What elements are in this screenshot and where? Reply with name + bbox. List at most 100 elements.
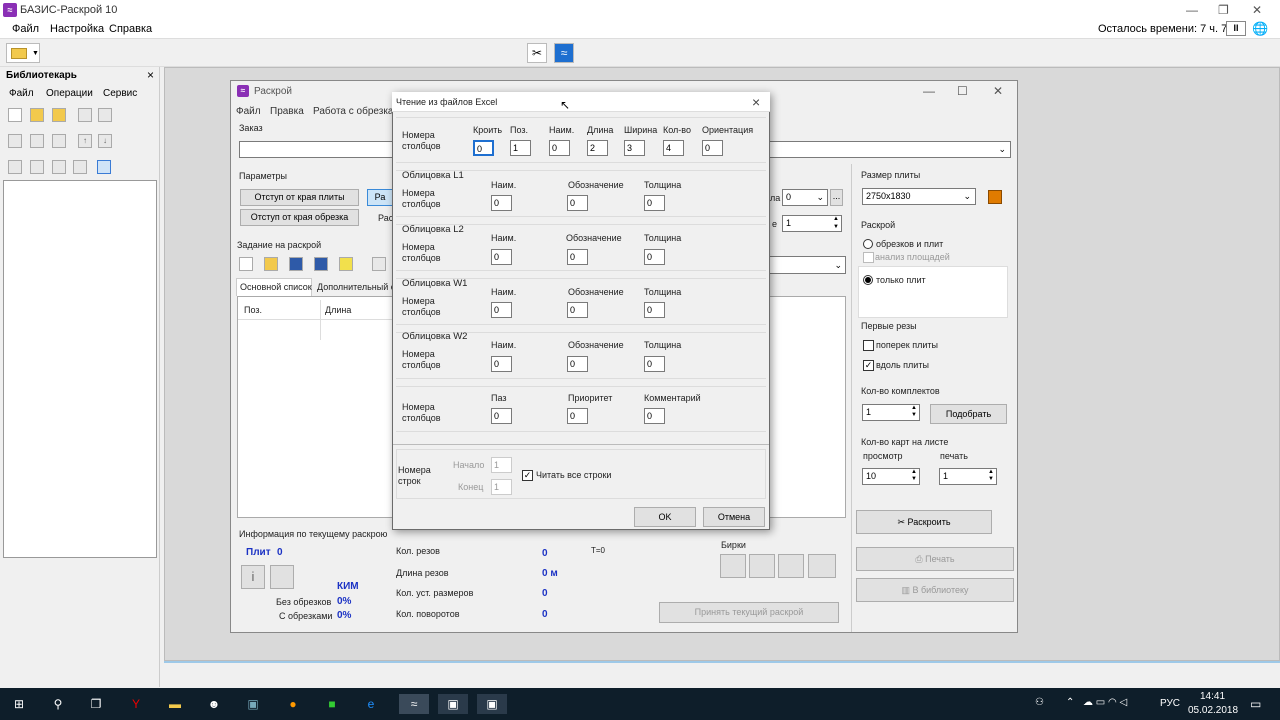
close-icon[interactable]: ✕ [1252,3,1262,17]
parts-table-right[interactable] [768,296,846,518]
check-along[interactable]: ✓ [863,360,874,371]
facing-w1-designation-input[interactable]: 0 [567,302,588,318]
input-orientation[interactable]: 0 [702,140,723,156]
library-menu-operations[interactable]: Операции [46,88,93,99]
people-icon[interactable]: ☻ [203,694,225,714]
search-icon[interactable]: ⚲ [47,694,69,714]
check-area[interactable] [863,252,874,263]
excel-dialog-close-icon[interactable]: × [752,94,760,110]
new-task-icon[interactable] [239,257,253,271]
open-folder-button[interactable]: ▼ [6,43,40,63]
task-combo[interactable]: ⌄ [768,256,846,274]
print-icon[interactable] [98,108,112,122]
arrow-down-icon[interactable]: ↓ [98,134,112,148]
facing-l1-name-input[interactable]: 0 [491,195,512,211]
globe-icon[interactable]: 🌐 [1252,21,1268,37]
scissors-icon[interactable]: ✂ [527,43,547,63]
end-input[interactable]: 1 [491,479,512,495]
facing-w2-designation-input[interactable]: 0 [567,356,588,372]
new-icon[interactable] [8,108,22,122]
ra-button[interactable]: Ра [367,189,393,206]
facing-w2-name-input[interactable]: 0 [491,356,512,372]
facing-l1-thickness-input[interactable]: 0 [644,195,665,211]
raskroy-minimize-icon[interactable]: — [923,84,935,98]
column-pos[interactable]: Поз. [244,305,262,315]
tag-image-icon[interactable] [749,554,775,578]
edge-scrap-button[interactable]: Отступ от края обрезка [240,209,359,226]
view-icon[interactable] [97,160,111,174]
open-recent-icon[interactable] [52,108,66,122]
facing-w1-thickness-input[interactable]: 0 [644,302,665,318]
ellipsis-button[interactable]: ... [830,189,843,206]
stack-icon[interactable] [270,565,294,589]
firefox-icon[interactable]: ● [282,694,304,714]
raskroy-menu-edit[interactable]: Правка [270,106,304,117]
edge-plate-button[interactable]: Отступ от края плиты [240,189,359,206]
spin-arrows-icon[interactable]: ▲ ▼ [911,469,917,483]
raskroy-menu-file[interactable]: Файл [236,106,261,117]
start-input[interactable]: 1 [491,457,512,473]
circles-icon[interactable] [73,160,87,174]
accept-button[interactable]: Принять текущий раскрой [659,602,839,623]
input-pos[interactable]: 1 [510,140,531,156]
facing-w1-name-input[interactable]: 0 [491,302,512,318]
basis-window3-icon[interactable]: ▣ [477,694,507,714]
print-spin[interactable]: 1 ▲ ▼ [939,468,997,485]
basis-window2-icon[interactable]: ▣ [438,694,468,714]
cancel-button[interactable]: Отмена [703,507,765,527]
priority-input[interactable]: 0 [567,408,588,424]
library-tree[interactable] [3,180,157,558]
clock-date[interactable]: 05.02.2018 [1188,705,1238,716]
column-length[interactable]: Длина [325,305,351,315]
spin-arrows-icon[interactable]: ▲ ▼ [833,216,839,231]
facing-l1-designation-input[interactable]: 0 [567,195,588,211]
house-icon[interactable] [52,160,66,174]
cut-button[interactable]: ✂ Раскроить [856,510,992,534]
language-indicator[interactable]: РУС [1160,698,1180,709]
library-menu-file[interactable]: Файл [9,88,34,99]
menu-help[interactable]: Справка [109,23,152,35]
app-icon[interactable]: ▣ [242,694,264,714]
arrow-up-icon[interactable]: ↑ [78,134,92,148]
input-name[interactable]: 0 [549,140,570,156]
user-tray-icon[interactable]: ⚇ [1035,697,1044,708]
param-spin[interactable]: 1 ▲ ▼ [782,215,842,232]
tag-copy-icon[interactable] [778,554,804,578]
tab-additional[interactable]: Дополнительный с [317,282,395,292]
order-input[interactable] [239,141,399,158]
tag-cut-icon[interactable] [720,554,746,578]
clock-time[interactable]: 14:41 [1200,691,1225,702]
groove-input[interactable]: 0 [491,408,512,424]
facing-l2-designation-input[interactable]: 0 [567,249,588,265]
open-task-icon[interactable] [264,257,278,271]
facing-l2-name-input[interactable]: 0 [491,249,512,265]
task-view-icon[interactable]: ❐ [85,694,107,714]
order-combo[interactable]: ⌄ [768,141,1011,158]
to-library-button[interactable]: ▥ В библиотеку [856,578,1014,602]
select-button[interactable]: Подобрать [930,404,1007,424]
tag-icon[interactable] [8,134,22,148]
menu-file[interactable]: Файл [12,23,39,35]
save-as-task-icon[interactable] [314,257,328,271]
basis-raskroy-icon[interactable]: ≈ [554,43,574,63]
chevron-up-icon[interactable]: ⌃ [1066,697,1074,708]
radio-plates[interactable] [863,275,873,285]
raskroy-close-icon[interactable]: ✕ [993,84,1003,98]
open-icon[interactable] [30,108,44,122]
input-qty[interactable]: 4 [663,140,684,156]
plate-edit-icon[interactable] [988,190,1002,204]
notifications-icon[interactable]: ▭ [1250,697,1261,711]
radio-scraps[interactable] [863,239,873,249]
spin-arrows-icon[interactable]: ▲ ▼ [911,405,917,419]
info-icon[interactable]: i [241,565,265,589]
swap-icon[interactable] [372,257,386,271]
parts-table[interactable] [237,296,395,518]
pause-button[interactable]: II [1226,21,1246,36]
comment-input[interactable]: 0 [644,408,665,424]
yandex-browser-icon[interactable]: Y [125,694,147,714]
file-explorer-icon[interactable]: ▬ [164,694,186,714]
facing-l2-thickness-input[interactable]: 0 [644,249,665,265]
import-icon[interactable] [339,257,353,271]
param-combo[interactable]: 0 ⌄ [782,189,828,206]
mdi-scrollbar[interactable] [164,661,1280,663]
